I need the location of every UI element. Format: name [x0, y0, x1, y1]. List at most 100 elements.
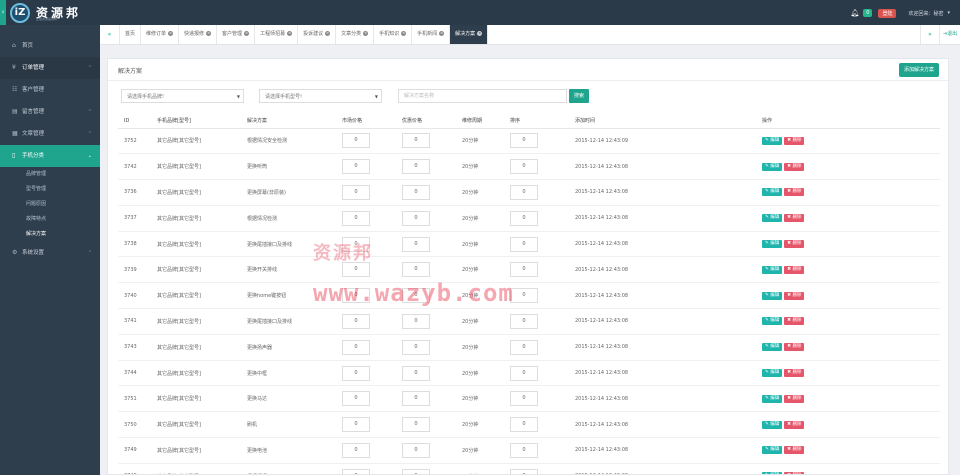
- sidebar-subitem-causes[interactable]: 问题原因: [0, 197, 100, 212]
- edit-button[interactable]: ✎ 编辑: [762, 343, 783, 352]
- delete-button[interactable]: ✖ 删除: [784, 214, 805, 223]
- delete-button[interactable]: ✖ 删除: [784, 136, 805, 145]
- delete-button[interactable]: ✖ 删除: [784, 188, 805, 197]
- close-icon[interactable]: ×: [401, 31, 407, 36]
- tab-customers[interactable]: 客户管理 ×: [217, 25, 256, 44]
- sort-input[interactable]: 0: [510, 442, 538, 458]
- close-icon[interactable]: ×: [439, 31, 445, 36]
- discount-price-input[interactable]: 0: [402, 236, 430, 252]
- edit-button[interactable]: ✎ 编辑: [762, 394, 783, 403]
- tab-solutions[interactable]: 解决方案 ×: [450, 25, 489, 44]
- close-icon[interactable]: ×: [363, 31, 369, 36]
- delete-button[interactable]: ✖ 删除: [784, 291, 805, 300]
- market-price-input[interactable]: 0: [342, 159, 370, 175]
- edit-button[interactable]: ✎ 编辑: [762, 265, 783, 274]
- chevron-down-icon[interactable]: ▾: [947, 10, 950, 16]
- tab-engineers[interactable]: 工程师招募 ×: [255, 25, 299, 44]
- sort-input[interactable]: 0: [510, 339, 538, 355]
- sidebar-subitem-solutions[interactable]: 解决方案: [0, 227, 100, 242]
- sort-input[interactable]: 0: [510, 391, 538, 407]
- close-icon[interactable]: ×: [477, 31, 483, 36]
- discount-price-input[interactable]: 0: [402, 417, 430, 433]
- tab-phone-knowledge[interactable]: 手机知识 ×: [374, 25, 413, 44]
- market-price-input[interactable]: 0: [342, 184, 370, 200]
- brand-select[interactable]: 请选择手机品牌! ▼: [121, 89, 244, 103]
- tab-repair-orders[interactable]: 维修订单 ×: [141, 25, 180, 44]
- sidebar-item-articles[interactable]: ▦ 文章管理 ⌃: [0, 123, 100, 145]
- edit-button[interactable]: ✎ 编辑: [762, 188, 783, 197]
- sidebar-item-settings[interactable]: ⚙ 系统设置 ⌃: [0, 242, 100, 264]
- discount-price-input[interactable]: 0: [402, 133, 430, 149]
- market-price-input[interactable]: 0: [342, 313, 370, 329]
- market-price-input[interactable]: 0: [342, 417, 370, 433]
- add-solution-button[interactable]: 添加解决方案: [898, 63, 939, 77]
- tab-home[interactable]: 首页: [120, 25, 142, 44]
- close-icon[interactable]: ×: [325, 31, 331, 36]
- sort-input[interactable]: 0: [510, 288, 538, 304]
- edit-button[interactable]: ✎ 编辑: [762, 420, 783, 429]
- market-price-input[interactable]: 0: [342, 210, 370, 226]
- tab-phone-news[interactable]: 手机新闻 ×: [412, 25, 451, 44]
- sidebar-item-customers[interactable]: ☷ 客户管理: [0, 79, 100, 101]
- discount-price-input[interactable]: 0: [402, 365, 430, 381]
- sort-input[interactable]: 0: [510, 262, 538, 278]
- sort-input[interactable]: 0: [510, 159, 538, 175]
- edit-button[interactable]: ✎ 编辑: [762, 136, 783, 145]
- close-icon[interactable]: ×: [244, 31, 250, 36]
- discount-price-input[interactable]: 0: [402, 313, 430, 329]
- sort-input[interactable]: 0: [510, 365, 538, 381]
- edit-button[interactable]: ✎ 编辑: [762, 291, 783, 300]
- delete-button[interactable]: ✖ 删除: [784, 420, 805, 429]
- edit-button[interactable]: ✎ 编辑: [762, 317, 783, 326]
- sidebar-item-phone-category[interactable]: ▯ 手机分类 ⌄: [0, 145, 100, 167]
- discount-price-input[interactable]: 0: [402, 184, 430, 200]
- sidebar-toggle-icon[interactable]: ‹: [0, 0, 6, 25]
- sidebar-item-orders[interactable]: ¥ 订单管理 ⌃: [0, 57, 100, 79]
- logout-button[interactable]: ⇥退出: [940, 25, 960, 44]
- market-price-input[interactable]: 0: [342, 339, 370, 355]
- delete-button[interactable]: ✖ 删除: [784, 240, 805, 249]
- sort-input[interactable]: 0: [510, 210, 538, 226]
- discount-price-input[interactable]: 0: [402, 210, 430, 226]
- delete-button[interactable]: ✖ 删除: [784, 317, 805, 326]
- market-price-input[interactable]: 0: [342, 391, 370, 407]
- bell-icon[interactable]: 🔔︎: [850, 9, 859, 17]
- delete-button[interactable]: ✖ 删除: [784, 369, 805, 378]
- sidebar-subitem-brands[interactable]: 品牌管理: [0, 167, 100, 182]
- edit-button[interactable]: ✎ 编辑: [762, 214, 783, 223]
- edit-button[interactable]: ✎ 编辑: [762, 369, 783, 378]
- close-icon[interactable]: ×: [287, 31, 293, 36]
- delete-button[interactable]: ✖ 删除: [784, 394, 805, 403]
- discount-price-input[interactable]: 0: [402, 391, 430, 407]
- sidebar-subitem-faults[interactable]: 故障特点: [0, 212, 100, 227]
- delete-button[interactable]: ✖ 删除: [784, 162, 805, 171]
- sidebar-subitem-models[interactable]: 型号管理: [0, 182, 100, 197]
- sidebar-item-home[interactable]: ⌂ 首页: [0, 35, 100, 57]
- discount-price-input[interactable]: 0: [402, 339, 430, 355]
- discount-price-input[interactable]: 0: [402, 468, 430, 474]
- tab-complaints[interactable]: 投诉建议 ×: [298, 25, 337, 44]
- delete-button[interactable]: ✖ 删除: [784, 343, 805, 352]
- tab-article-category[interactable]: 文章分类 ×: [336, 25, 375, 44]
- model-select[interactable]: 请选择手机型号! ▼: [259, 89, 382, 103]
- sort-input[interactable]: 0: [510, 468, 538, 474]
- sort-input[interactable]: 0: [510, 184, 538, 200]
- welcome-text[interactable]: 欢迎回来：秘密: [908, 10, 943, 17]
- sidebar-item-messages[interactable]: ▤ 留言管理 ⌃: [0, 101, 100, 123]
- discount-price-input[interactable]: 0: [402, 159, 430, 175]
- market-price-input[interactable]: 0: [342, 442, 370, 458]
- brand-logo[interactable]: iZ 资源邦 正版资源提供商: [10, 3, 98, 23]
- tabs-scroll-left-icon[interactable]: «: [100, 25, 120, 44]
- tab-express-repair[interactable]: 快递报修 ×: [179, 25, 218, 44]
- market-price-input[interactable]: 0: [342, 468, 370, 474]
- search-input[interactable]: [398, 89, 567, 103]
- login-button[interactable]: 登陆: [878, 8, 897, 18]
- sort-input[interactable]: 0: [510, 313, 538, 329]
- search-button[interactable]: 搜索: [569, 89, 590, 103]
- delete-button[interactable]: ✖ 删除: [784, 265, 805, 274]
- delete-button[interactable]: ✖ 删除: [784, 446, 805, 455]
- sort-input[interactable]: 0: [510, 417, 538, 433]
- close-icon[interactable]: ×: [168, 31, 174, 36]
- market-price-input[interactable]: 0: [342, 365, 370, 381]
- market-price-input[interactable]: 0: [342, 133, 370, 149]
